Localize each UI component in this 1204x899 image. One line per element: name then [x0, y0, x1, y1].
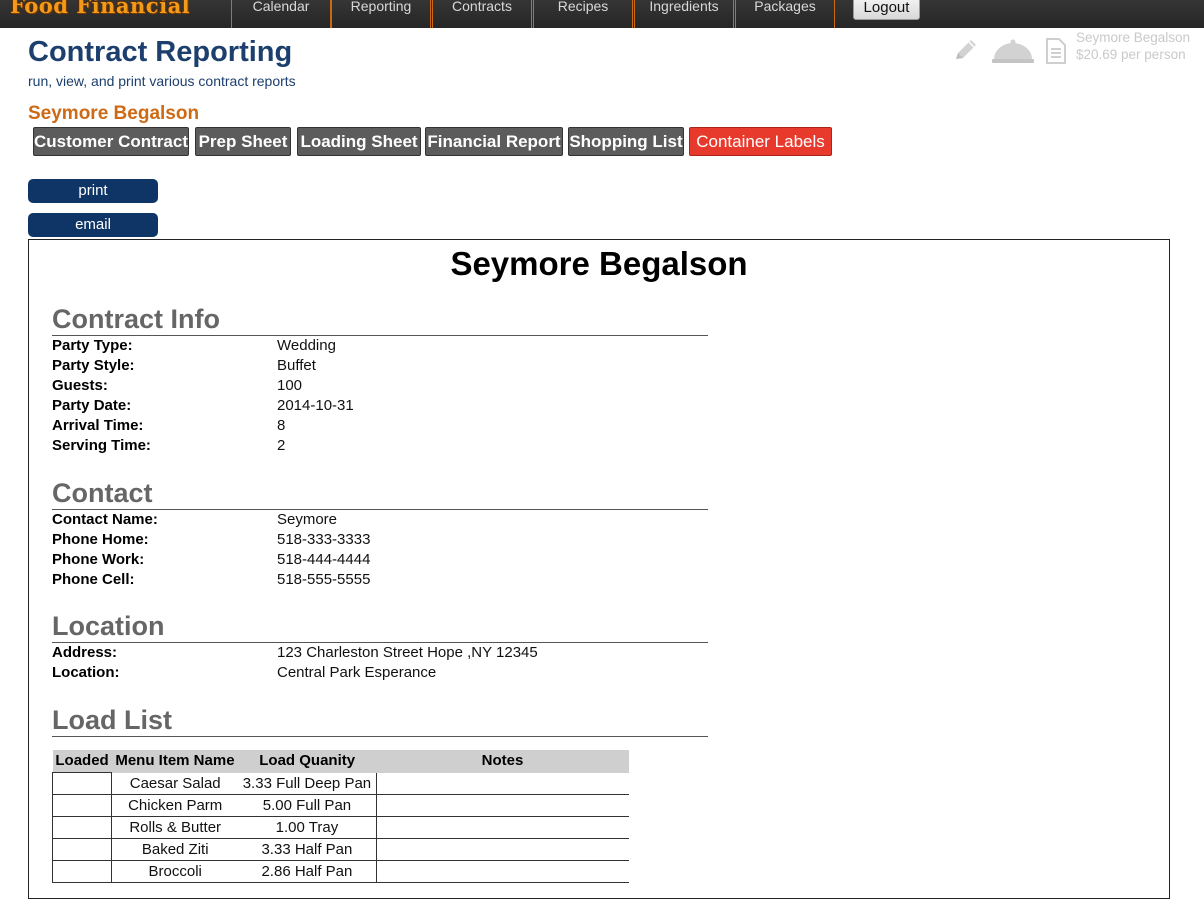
column-header-menu-item: Menu Item Name — [111, 750, 239, 773]
price-per-person: $20.69 per person — [1076, 47, 1186, 62]
notes-cell — [376, 816, 629, 839]
load-quantity: 5.00 Full Pan — [238, 794, 377, 817]
notes-cell — [376, 772, 629, 795]
menu-item-name: Chicken Parm — [111, 794, 239, 817]
nav-item-ingredients[interactable]: Ingredients — [634, 0, 734, 28]
nav-item-packages[interactable]: Packages — [735, 0, 835, 28]
menu-item-name: Broccoli — [111, 860, 239, 883]
notes-cell — [376, 860, 629, 883]
nav-item-label: Calendar — [252, 0, 310, 14]
print-button[interactable]: print — [28, 179, 158, 203]
nav-item-label: Reporting — [350, 0, 412, 14]
nav-item-recipes[interactable]: Recipes — [533, 0, 633, 28]
serving-cloche-icon[interactable] — [990, 34, 1036, 71]
field-label: Party Type: — [52, 337, 133, 354]
field-value-address: 123 Charleston Street Hope ,NY 12345 — [277, 644, 538, 661]
report-panel: Seymore Begalson Contract Info Party Typ… — [28, 239, 1170, 899]
report-title: Seymore Begalson — [450, 245, 748, 282]
field-value-phone-cell: 518-555-5555 — [277, 571, 371, 588]
table-row: Caesar Salad 3.33 Full Deep Pan — [51, 772, 629, 795]
client-name: Seymore Begalson — [28, 103, 200, 124]
field-label: Contact Name: — [52, 511, 158, 528]
field-label: Phone Home: — [52, 531, 149, 548]
page-title: Contract Reporting — [28, 36, 293, 68]
nav-item-label: Recipes — [557, 0, 609, 14]
menu-item-name: Rolls & Butter — [111, 816, 239, 839]
tab-prep-sheet[interactable]: Prep Sheet — [195, 127, 291, 156]
field-label: Party Date: — [52, 397, 132, 414]
page-subtitle: run, view, and print various contract re… — [28, 73, 296, 89]
field-value-party-style: Buffet — [277, 357, 316, 374]
menu-item-name: Caesar Salad — [111, 772, 239, 795]
tab-loading-sheet[interactable]: Loading Sheet — [297, 127, 421, 156]
logout-button[interactable]: Logout — [853, 0, 920, 20]
table-row: Chicken Parm 5.00 Full Pan — [51, 794, 629, 817]
load-quantity: 1.00 Tray — [238, 816, 377, 839]
tab-shopping-list[interactable]: Shopping List — [568, 127, 684, 156]
table-row: Baked Ziti 3.33 Half Pan — [51, 838, 629, 861]
field-value-guests: 100 — [277, 377, 303, 394]
field-value-party-date: 2014-10-31 — [277, 397, 354, 414]
field-value-phone-home: 518-333-3333 — [277, 531, 371, 548]
table-row: Rolls & Butter 1.00 Tray — [51, 816, 629, 839]
loaded-checkbox-cell[interactable] — [51, 860, 113, 883]
loaded-checkbox-cell[interactable] — [51, 838, 113, 861]
loaded-checkbox-cell[interactable] — [51, 772, 113, 795]
field-label: Location: — [52, 664, 120, 681]
loaded-checkbox-cell[interactable] — [51, 816, 113, 839]
notes-cell — [376, 838, 629, 861]
field-label: Phone Cell: — [52, 571, 135, 588]
field-value-phone-work: 518-444-4444 — [277, 551, 371, 568]
nav-item-label: Contracts — [452, 0, 512, 14]
load-quantity: 2.86 Half Pan — [238, 860, 377, 883]
tab-customer-contract[interactable]: Customer Contract — [33, 127, 189, 156]
nav-item-reporting[interactable]: Reporting — [331, 0, 431, 28]
field-value-party-type: Wedding — [277, 337, 336, 354]
menu-item-name: Baked Ziti — [111, 838, 239, 861]
field-value-arrival-time: 8 — [277, 417, 286, 434]
app-logo[interactable]: Food Financial — [10, 0, 190, 18]
nav-item-calendar[interactable]: Calendar — [231, 0, 331, 28]
tab-container-labels[interactable]: Container Labels — [689, 127, 832, 156]
section-heading-contact: Contact — [52, 478, 708, 510]
load-list-table: Loaded Menu Item Name Load Quanity Notes… — [51, 750, 629, 883]
user-name: Seymore Begalson — [1076, 30, 1191, 45]
nav-item-label: Ingredients — [649, 0, 719, 14]
nav-item-contracts[interactable]: Contracts — [432, 0, 532, 28]
load-quantity: 3.33 Half Pan — [238, 838, 377, 861]
field-label: Party Style: — [52, 357, 135, 374]
notes-cell — [376, 794, 629, 817]
nav-item-label: Packages — [754, 0, 816, 14]
tab-financial-report[interactable]: Financial Report — [425, 127, 563, 156]
top-nav-bar: Food Financial Calendar Reporting Contra… — [0, 0, 1204, 28]
field-label: Serving Time: — [52, 437, 151, 454]
field-value-contact-name: Seymore — [277, 511, 338, 528]
field-label: Address: — [52, 644, 118, 661]
field-label: Guests: — [52, 377, 108, 394]
document-icon[interactable] — [1044, 34, 1068, 71]
field-value-location: Central Park Esperance — [277, 664, 437, 681]
column-header-load-quantity: Load Quanity — [238, 750, 377, 773]
user-info: Seymore Begalson $20.69 per person — [1076, 29, 1204, 63]
email-button[interactable]: email — [28, 213, 158, 237]
section-heading-location: Location — [52, 611, 708, 643]
column-header-loaded: Loaded — [52, 750, 112, 773]
table-row: Broccoli 2.86 Half Pan — [51, 860, 629, 883]
load-quantity: 3.33 Full Deep Pan — [238, 772, 377, 795]
loaded-checkbox-cell[interactable] — [51, 794, 113, 817]
field-label: Phone Work: — [52, 551, 145, 568]
table-header-row: Loaded Menu Item Name Load Quanity Notes — [52, 750, 629, 773]
field-label: Arrival Time: — [52, 417, 144, 434]
section-heading-load-list: Load List — [52, 705, 708, 737]
section-heading-contract-info: Contract Info — [52, 304, 708, 336]
column-header-notes: Notes — [376, 750, 629, 773]
pencil-icon[interactable] — [950, 34, 982, 71]
field-value-serving-time: 2 — [277, 437, 286, 454]
